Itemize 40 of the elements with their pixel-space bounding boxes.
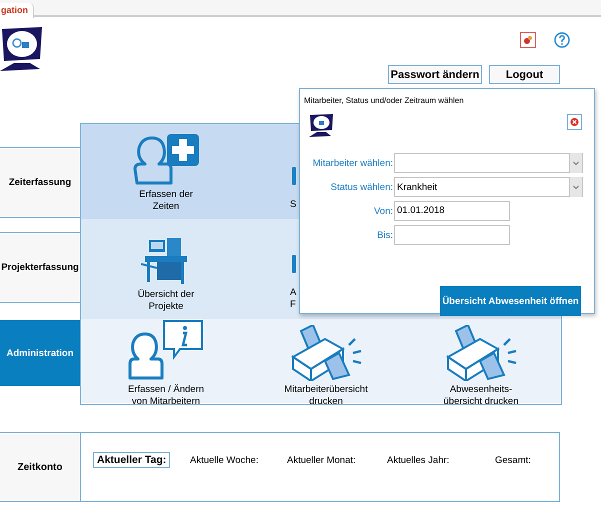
header-button[interactable]: Passwort ändern: [388, 65, 482, 84]
tile-label[interactable]: Abwesenheits- übersicht drucken: [444, 384, 518, 408]
tile-label[interactable]: Erfassen / Ändern von Mitarbeitern: [128, 384, 204, 408]
computer-logo-icon: [309, 113, 335, 137]
tile-label: S: [290, 199, 296, 211]
input-field[interactable]: [394, 225, 510, 245]
printer-icon[interactable]: [289, 325, 363, 381]
tile-label[interactable]: Erfassen der Zeiten: [139, 189, 193, 213]
printer-icon[interactable]: [444, 325, 518, 381]
input-field[interactable]: 01.01.2018: [394, 201, 510, 221]
settings-icon[interactable]: [520, 32, 536, 48]
section-tab[interactable]: Administration: [0, 320, 80, 386]
close-icon[interactable]: [567, 114, 582, 130]
open-overview-button[interactable]: Übersicht Abwesenheit öffnen: [440, 286, 581, 316]
dropdown-field[interactable]: Krankheit: [394, 177, 583, 197]
header-button[interactable]: Logout: [489, 65, 560, 84]
dropdown-field[interactable]: [394, 153, 583, 173]
account-label[interactable]: Aktuelle Woche:: [190, 454, 258, 467]
tile-label[interactable]: Mitarbeiterübersicht drucken: [284, 384, 368, 408]
field-label: Von:: [372, 206, 394, 216]
tile-label: F: [290, 299, 296, 311]
dropdown-arrow-icon[interactable]: [569, 153, 582, 173]
account-label[interactable]: Aktuelles Jahr:: [387, 454, 450, 467]
field-label: Bis:: [376, 230, 394, 240]
dropdown-arrow-icon[interactable]: [569, 177, 582, 197]
dialog-title: Mitarbeiter, Status und/oder Zeitraum wählen: [304, 96, 465, 105]
field-label: Status wählen:: [330, 182, 394, 192]
person-plus-icon[interactable]: [133, 134, 199, 186]
tile-label: A: [290, 287, 296, 299]
account-label[interactable]: Aktueller Monat:: [287, 454, 356, 467]
tile-label[interactable]: Übersicht der Projekte: [138, 289, 194, 313]
account-label[interactable]: Gesamt:: [495, 454, 531, 467]
account-label[interactable]: Aktueller Tag:: [93, 452, 170, 468]
person-info-icon[interactable]: [128, 319, 204, 381]
section-tab[interactable]: Projekterfassung: [0, 232, 80, 303]
section-label: Zeitkonto: [0, 432, 80, 502]
navigation-tab[interactable]: gation: [0, 3, 34, 18]
section-tab[interactable]: Zeiterfassung: [0, 146, 80, 218]
field-label: Mitarbeiter wählen:: [312, 158, 394, 168]
help-icon[interactable]: [554, 32, 570, 48]
